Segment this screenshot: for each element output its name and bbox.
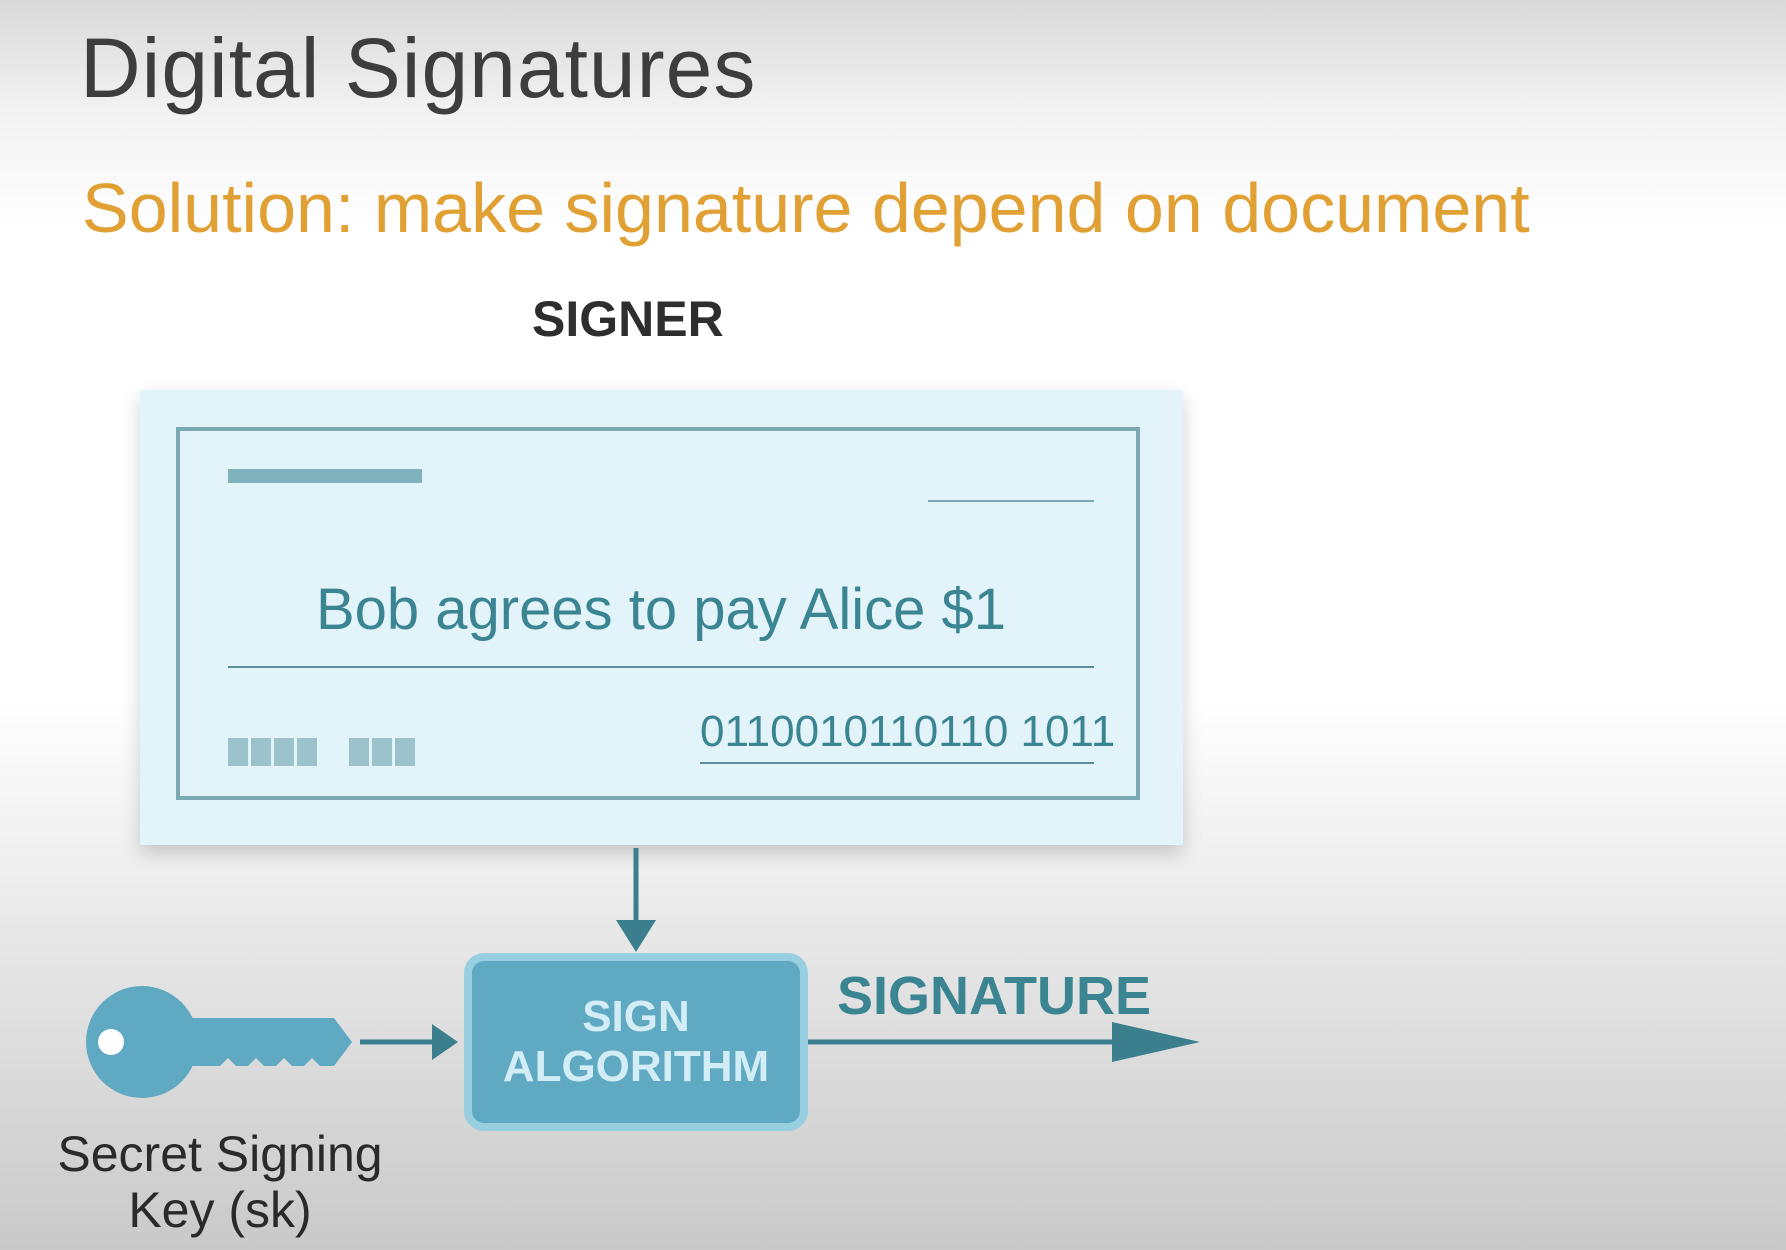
- diagram-connectors: [86, 848, 1200, 1098]
- signature-label: SIGNATURE: [837, 966, 1152, 1026]
- signature-arrow-head: [1112, 1022, 1200, 1062]
- key-arrow-head: [432, 1024, 458, 1060]
- key-icon: [86, 986, 352, 1098]
- sign-algorithm-box: SIGN ALGORITHM: [464, 953, 808, 1131]
- key-label-line2: Key (sk): [128, 1182, 312, 1238]
- key-label: Secret Signing Key (sk): [20, 1126, 420, 1238]
- sign-algorithm-line2: ALGORITHM: [502, 1042, 770, 1091]
- document-arrow-head: [616, 920, 656, 952]
- sign-algorithm-line1: SIGN: [582, 992, 690, 1041]
- key-label-line1: Secret Signing: [57, 1126, 383, 1182]
